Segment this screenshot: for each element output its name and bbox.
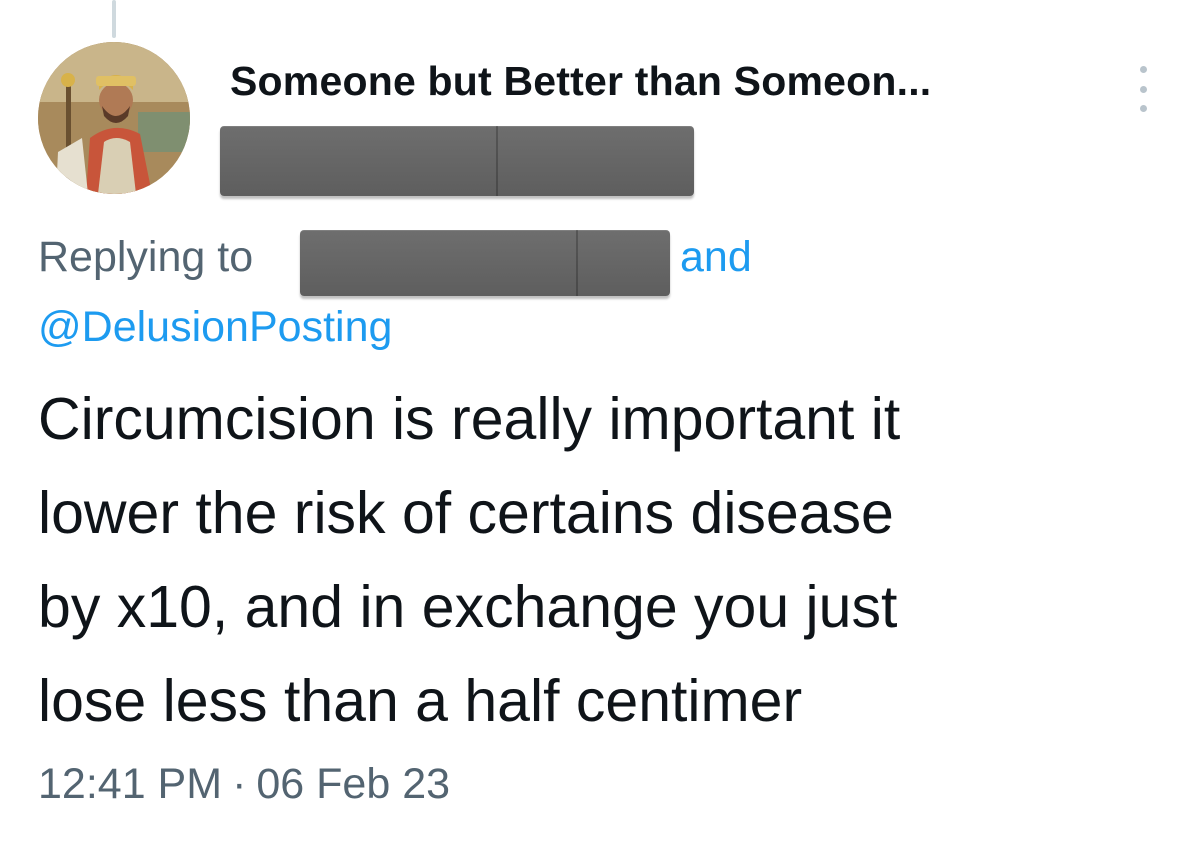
tweet-text-line: Circumcision is really important it xyxy=(38,386,901,452)
more-vertical-icon[interactable] xyxy=(1128,66,1158,112)
mention-link[interactable]: @DelusionPosting xyxy=(38,303,392,352)
tweet-date[interactable]: 06 Feb 23 xyxy=(256,760,450,808)
tweet-text: Circumcision is really important it lowe… xyxy=(38,372,1168,748)
avatar[interactable] xyxy=(38,42,190,194)
replying-to-label: Replying to xyxy=(38,233,254,281)
more-dot xyxy=(1139,85,1147,93)
avatar-painting xyxy=(38,42,190,194)
tweet-timestamp: 12:41 PM · 06 Feb 23 xyxy=(38,760,450,809)
tweet-time[interactable]: 12:41 PM xyxy=(38,760,222,808)
redaction-seam xyxy=(576,230,578,296)
replying-to-and-link[interactable]: and xyxy=(680,233,752,282)
display-name[interactable]: Someone but Better than Someon... xyxy=(230,58,931,105)
timestamp-separator: · xyxy=(232,760,247,808)
more-dot xyxy=(1139,105,1147,112)
tweet-text-line: lower the risk of certains disease xyxy=(38,480,894,546)
redaction-bar-reply-handle xyxy=(300,230,670,296)
tweet-text-line: by x10, and in exchange you just xyxy=(38,574,898,640)
more-dot xyxy=(1139,66,1147,73)
thread-connector-line xyxy=(112,0,116,38)
redaction-bar-handle xyxy=(220,126,694,196)
redaction-seam xyxy=(496,126,498,196)
tweet-text-line: lose less than a half centimer xyxy=(38,668,803,734)
